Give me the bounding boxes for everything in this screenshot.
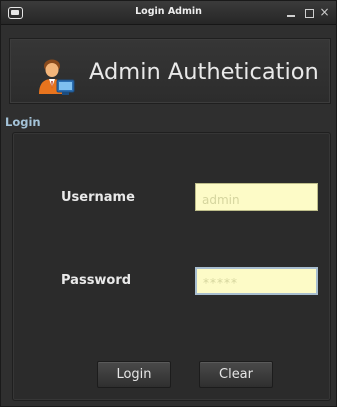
admin-user-icon [39, 59, 75, 95]
password-label: Password [61, 273, 132, 288]
username-field[interactable] [195, 183, 318, 211]
clear-button[interactable]: Clear [199, 361, 273, 388]
header-banner: Admin Authetication [9, 38, 331, 104]
login-button[interactable]: Login [97, 361, 171, 388]
minimize-icon[interactable] [286, 5, 297, 19]
close-icon[interactable]: × [319, 5, 330, 19]
login-group-title: Login [5, 115, 41, 129]
title-bar[interactable]: Login Admin × [1, 1, 336, 25]
login-admin-window: Login Admin × Admin Authetication Login … [0, 0, 337, 407]
header-title: Admin Authetication [89, 59, 319, 85]
password-field[interactable] [195, 267, 318, 295]
username-label: Username [61, 190, 135, 205]
maximize-icon[interactable] [303, 5, 314, 19]
